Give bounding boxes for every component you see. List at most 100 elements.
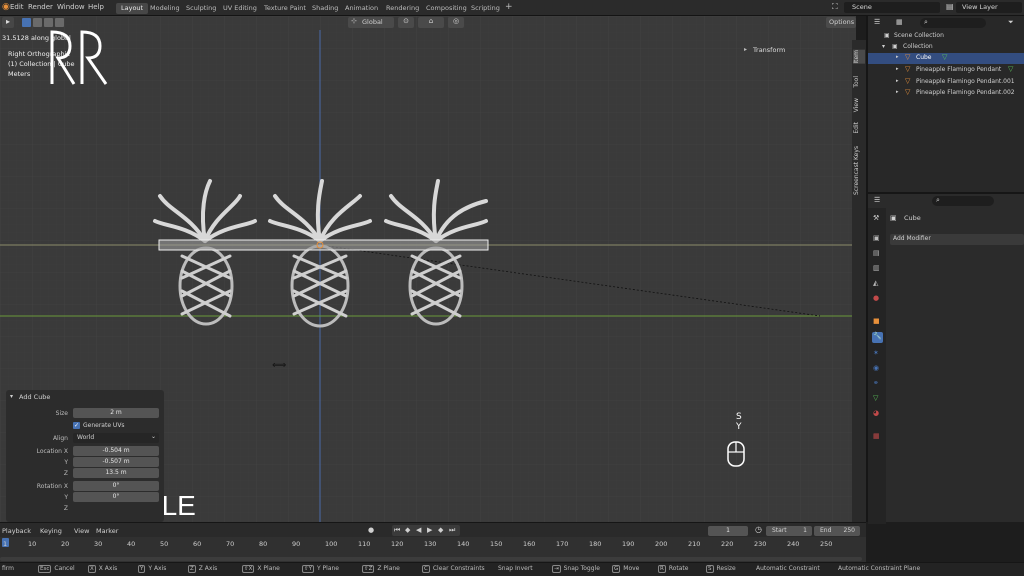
jump-start-icon[interactable]: ⏮	[394, 526, 400, 535]
view-layer-tab-icon[interactable]: ▥	[873, 264, 880, 272]
proportional-edit-icon[interactable]: ◎	[448, 17, 464, 28]
timeline-tick-label: 160	[523, 540, 536, 548]
select-new-icon[interactable]	[22, 18, 31, 27]
add-cube-panel: ▾ Add Cube Size 2 m ✓ Generate UVs Align…	[6, 390, 164, 522]
status-hint: ⇧Y Y Plane	[302, 565, 339, 573]
tab-rendering[interactable]: Rendering	[381, 3, 424, 14]
location-z-field[interactable]: 13.5 m	[73, 468, 159, 478]
tab-view[interactable]: View	[853, 98, 865, 112]
add-workspace-icon[interactable]: +	[505, 2, 513, 12]
record-icon[interactable]: ●	[368, 526, 374, 534]
material-tab-icon[interactable]: ◕	[873, 409, 879, 417]
size-field[interactable]: 2 m	[73, 408, 159, 418]
world-tab-icon[interactable]: ●	[873, 294, 879, 302]
add-cube-header[interactable]: ▾ Add Cube	[10, 393, 160, 403]
scene-icon[interactable]: ⛶	[832, 2, 838, 12]
tab-edit[interactable]: Edit	[853, 122, 865, 134]
end-frame-field[interactable]: End 250	[814, 526, 860, 536]
texture-tab-icon[interactable]: ▦	[873, 432, 880, 440]
tab-screencast-keys[interactable]: Screencast Keys	[853, 146, 865, 195]
select-extend-icon[interactable]	[33, 18, 42, 27]
render-tab-icon[interactable]: ▣	[873, 234, 880, 242]
outliner-row-pendant-001[interactable]: ▸ ▽ Pineapple Flamingo Pendant.001	[868, 77, 1024, 88]
menu-window[interactable]: Window	[57, 3, 85, 11]
snap-icon[interactable]: ⌂	[418, 17, 444, 28]
menu-help[interactable]: Help	[88, 3, 104, 11]
current-frame-field[interactable]: 1	[708, 526, 748, 536]
tab-modeling[interactable]: Modeling	[145, 3, 185, 14]
transform-panel-header[interactable]: ▸ Transform	[744, 46, 844, 56]
status-hint-label: Z Axis	[198, 565, 218, 572]
particles-tab-icon[interactable]: ✶	[873, 349, 879, 357]
tab-scripting[interactable]: Scripting	[466, 3, 505, 14]
timeline-scrollbar[interactable]	[0, 557, 862, 561]
tab-tool[interactable]: Tool	[853, 76, 865, 88]
location-y-field[interactable]: -0.507 m	[73, 457, 159, 467]
marker-menu[interactable]: Marker	[96, 527, 118, 535]
key-icon: ⇥	[552, 565, 561, 573]
outliner-scene-collection[interactable]: ▣ Scene Collection	[878, 32, 1018, 42]
physics-tab-icon[interactable]: ◉	[873, 364, 879, 372]
tab-layout[interactable]: Layout	[116, 3, 149, 14]
filter-icon[interactable]: ⏷	[1008, 18, 1014, 27]
keying-menu[interactable]: Keying	[40, 527, 62, 535]
output-tab-icon[interactable]: ▤	[873, 249, 880, 257]
outliner-row-cube[interactable]: ▸ ▽ Cube ▽	[868, 53, 1024, 64]
scene-field[interactable]: Scene	[844, 2, 940, 13]
tab-animation[interactable]: Animation	[340, 3, 383, 14]
tool-tab-icon[interactable]: ⚒	[873, 214, 879, 222]
editor-type-icon[interactable]: ☰	[874, 18, 880, 26]
size-label: Size	[55, 410, 68, 417]
options-button[interactable]: Options	[826, 17, 856, 28]
units-text: Meters	[8, 70, 31, 78]
object-tab-icon[interactable]: ■	[873, 317, 880, 325]
align-dropdown[interactable]: World ⌄	[73, 433, 159, 443]
outliner-item-label: Pineapple Flamingo Pendant.001	[916, 78, 1015, 85]
transform-orientation[interactable]: ⊹ Global	[348, 17, 394, 28]
object-name: Cube	[904, 214, 921, 222]
rotation-x-field[interactable]: 0°	[73, 481, 159, 491]
play-reverse-icon[interactable]: ◀	[416, 526, 421, 534]
object-icon: ▽	[905, 77, 911, 85]
add-modifier-button[interactable]: Add Modifier	[890, 234, 1024, 245]
clock-icon[interactable]: ◷	[755, 525, 762, 534]
properties-search-input[interactable]: ⌕	[932, 196, 994, 206]
outliner-row-pendant[interactable]: ▸ ▽ Pineapple Flamingo Pendant ▽	[868, 65, 1024, 76]
start-label: Start	[772, 527, 787, 534]
data-tab-icon[interactable]: ▽	[873, 394, 878, 402]
tab-sculpting[interactable]: Sculpting	[181, 3, 221, 14]
pivot-icon[interactable]: ⊙	[398, 17, 414, 28]
channel-logo	[50, 30, 108, 85]
tab-uv-editing[interactable]: UV Editing	[218, 3, 262, 14]
jump-end-icon[interactable]: ⏭	[449, 526, 455, 535]
menu-edit[interactable]: Edit	[10, 3, 24, 11]
display-mode-icon[interactable]: ▦	[896, 18, 903, 26]
outliner-collection[interactable]: ▾ ▣ Collection	[878, 43, 1018, 53]
tab-compositing[interactable]: Compositing	[421, 3, 472, 14]
tab-texture-paint[interactable]: Texture Paint	[259, 3, 311, 14]
constraints-tab-icon[interactable]: ⚭	[873, 379, 879, 387]
pendant-3	[384, 179, 488, 326]
editor-type-icon[interactable]: ☰	[874, 196, 880, 204]
rotation-y-field[interactable]: 0°	[73, 492, 159, 502]
start-frame-field[interactable]: Start 1	[766, 526, 812, 536]
location-x-field[interactable]: -0.504 m	[73, 446, 159, 456]
play-icon[interactable]: ▶	[427, 526, 432, 534]
search-icon: ⌕	[924, 18, 928, 26]
view-menu[interactable]: View	[74, 527, 89, 535]
outliner-search-input[interactable]: ⌕	[920, 18, 986, 28]
key-icon: ⇧X	[242, 565, 255, 573]
select-tool-icon[interactable]: ▸	[2, 17, 14, 28]
modifier-tab-icon[interactable]: 🔧	[872, 332, 883, 343]
generate-uvs-checkbox[interactable]: ✓ Generate UVs	[73, 421, 159, 431]
view-layer-field[interactable]: View Layer	[956, 2, 1022, 13]
outliner-row-pendant-002[interactable]: ▸ ▽ Pineapple Flamingo Pendant.002	[868, 88, 1024, 99]
playback-menu[interactable]: Playback	[2, 527, 31, 535]
tab-shading[interactable]: Shading	[307, 3, 343, 14]
prev-key-icon[interactable]: ◆	[405, 526, 410, 534]
view-layer-icon[interactable]: ▤	[946, 2, 954, 11]
menu-render[interactable]: Render	[28, 3, 53, 11]
scene-tab-icon[interactable]: ◭	[873, 279, 878, 287]
next-key-icon[interactable]: ◆	[438, 526, 443, 534]
tab-item[interactable]: Item	[853, 50, 865, 64]
